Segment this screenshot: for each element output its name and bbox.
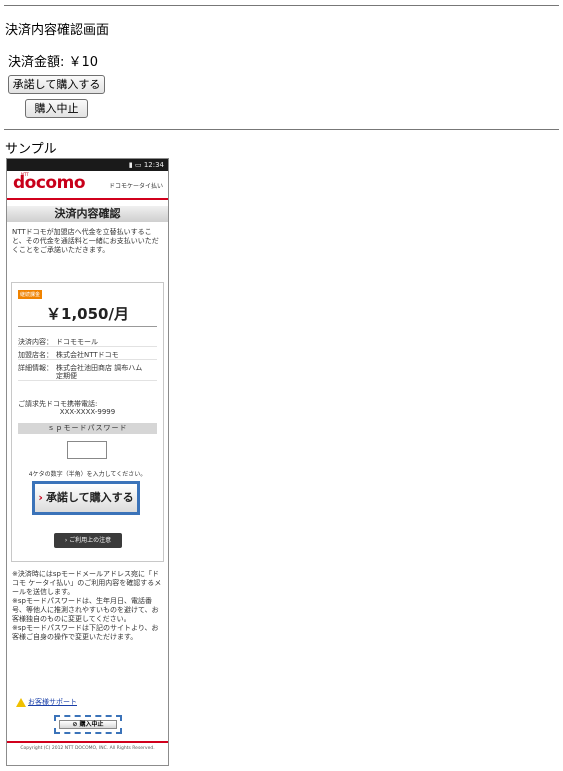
top-divider (4, 5, 559, 6)
cancel-purchase-button[interactable]: 購入中止 (25, 99, 88, 118)
phone-cancel-button: ⊘ 購入中止 (54, 715, 122, 734)
payment-amount-label: 決済金額: (8, 55, 65, 70)
phone-screen-heading: 決済内容確認 (7, 206, 168, 222)
detail-label: 決済内容： (18, 338, 53, 346)
detail-row: 加盟店名： 株式会社NTTドコモ (18, 351, 157, 360)
detail-value: 株式会社NTTドコモ (56, 351, 119, 359)
phone-explanation: NTTドコモが加盟店へ代金を立替払いすること、その代金を通話料と一緒にお支払いい… (12, 228, 159, 254)
billing-number: XXX-XXXX-9999 (59, 408, 116, 416)
password-field (67, 441, 107, 459)
detail-label: 詳細情報： (18, 364, 53, 372)
phone-status-bar: ▮ ▭ 12:34 (7, 159, 168, 171)
detail-value: ドコモモール (56, 338, 98, 346)
password-label: ｓｐモードパスワード (18, 423, 157, 434)
footnote: ※spモードパスワードは、生年月日、電話番号、等他人に推測されやすいものを避けて… (12, 597, 159, 623)
footnote: ※決済時にはspモードメールアドレス宛に「ドコモ ケータイ払い」のご利用内容を確… (12, 570, 162, 596)
middle-divider (4, 129, 559, 130)
phone-footnotes: ※決済時にはspモードメールアドレス宛に「ドコモ ケータイ払い」のご利用内容を確… (7, 562, 168, 684)
payment-amount-value: ￥10 (68, 55, 99, 70)
recurring-badge: 継続課金 (18, 290, 43, 299)
phone-cancel-label: 購入中止 (79, 721, 104, 728)
phone-support-link: お客様サポート (16, 697, 77, 707)
phone-notes-label: ご利用上の注意 (69, 537, 112, 544)
approve-purchase-button[interactable]: 承諾して購入する (8, 75, 105, 94)
detail-row: 決済内容： ドコモモール (18, 338, 157, 347)
phone-notes-button: › ご利用上の注意 (54, 533, 122, 548)
stop-icon: ⊘ (72, 721, 80, 728)
amount-divider (18, 326, 157, 327)
detail-label: 加盟店名： (18, 351, 53, 359)
support-link-label: お客様サポート (28, 698, 77, 706)
phone-approve-button: › 承諾して購入する (32, 481, 140, 515)
payment-amount: 決済金額: ￥10 (8, 51, 98, 70)
detail-value: 株式会社池田商店 調布ハム定期便 (56, 364, 143, 380)
signal-icon: ▮ ▭ (128, 161, 144, 169)
service-name: ドコモケータイ払い (108, 183, 163, 190)
phone-amount: ￥1,050/月 (46, 305, 129, 323)
docomo-logo: docomo (13, 173, 86, 193)
page-title: 決済内容確認画面 (5, 23, 110, 38)
phone-header: NTT docomo ドコモケータイ払い (7, 171, 168, 200)
warning-icon (16, 697, 26, 707)
payment-panel: 継続課金 ￥1,050/月 決済内容： ドコモモール 加盟店名： 株式会社NTTドコ… (11, 282, 164, 562)
status-time: 12:34 (143, 161, 164, 169)
phone-approve-label: 承諾して購入する (45, 491, 134, 504)
footnote: ※spモードパスワードは下記のサイトより、お客様ご自身の操作で変更いただけます。 (12, 624, 159, 641)
detail-row: 詳細情報： 株式会社池田商店 調布ハム定期便 (18, 364, 157, 381)
phone-copyright: Copyright (C) 2012 NTT DOCOMO, INC. All … (20, 746, 155, 751)
footer-divider (7, 741, 168, 743)
sample-phone-screenshot: ▮ ▭ 12:34 NTT docomo ドコモケータイ払い 決済内容確認 NT… (6, 158, 169, 766)
chevron-right-icon: › (38, 491, 43, 504)
password-hint: 4ケタの数字（半角）を入力してください。 (28, 471, 147, 478)
sample-label: サンプル (5, 142, 57, 157)
